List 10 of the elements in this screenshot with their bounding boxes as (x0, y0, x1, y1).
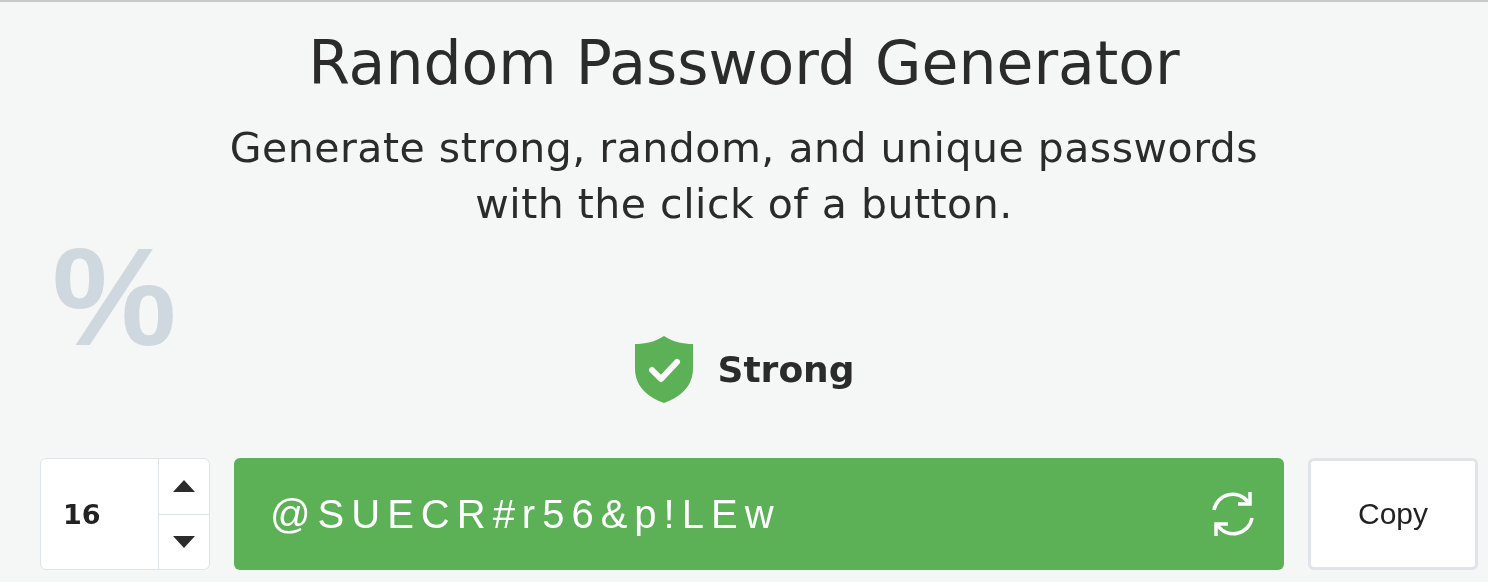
down-arrow-icon (173, 535, 195, 548)
copy-button[interactable]: Copy (1308, 458, 1478, 570)
background-glyph: % (52, 227, 177, 367)
length-field[interactable]: 16 (40, 458, 210, 570)
subtitle-line: Generate strong, random, and unique passwords (229, 123, 1259, 174)
up-arrow-icon (173, 480, 195, 493)
page-title: Random Password Generator (308, 28, 1180, 98)
password-text: @SUECR#r56&p!LEw (270, 491, 781, 537)
strength-label: Strong (717, 348, 855, 390)
subtitle-line: with the click of a button. (475, 179, 1013, 230)
